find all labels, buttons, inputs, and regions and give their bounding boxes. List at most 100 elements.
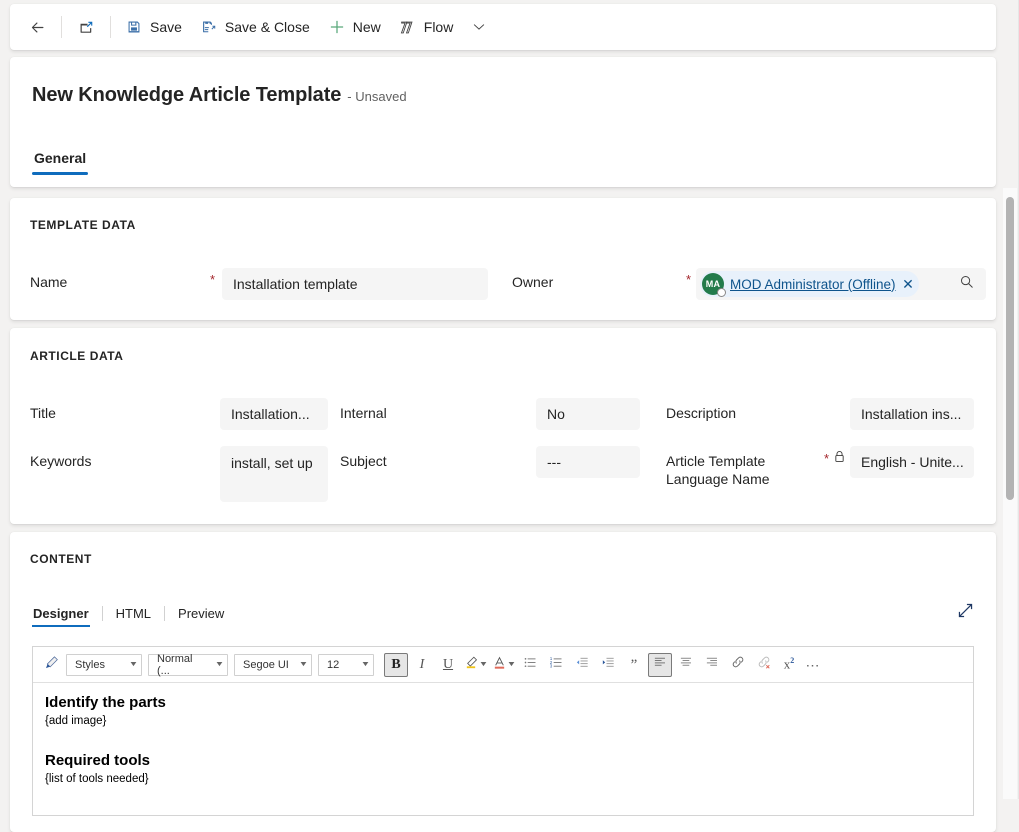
pop-out-icon — [77, 18, 95, 36]
content-tab-separator-1 — [101, 605, 103, 621]
owner-field-label: Owner — [512, 274, 554, 290]
align-right-icon — [705, 655, 719, 674]
ellipsis-icon: ⋯ — [805, 656, 821, 673]
command-overflow-button[interactable] — [462, 10, 496, 44]
back-button[interactable] — [18, 10, 56, 44]
underline-button[interactable]: U — [436, 653, 460, 677]
owner-lookup-search-button[interactable] — [954, 271, 980, 297]
template-data-section: TEMPLATE DATA Name * Owner * MA MOD Admi… — [10, 198, 996, 320]
name-input[interactable] — [222, 268, 488, 300]
format-painter-button[interactable] — [40, 653, 62, 677]
align-left-button[interactable] — [648, 652, 672, 677]
blockquote-button[interactable]: ” — [622, 653, 646, 677]
owner-chip[interactable]: MA MOD Administrator (Offline) ✕ — [700, 271, 919, 297]
bold-button[interactable]: B — [384, 652, 408, 677]
save-button[interactable]: Save — [116, 10, 191, 44]
chevron-down-icon: ▼ — [128, 661, 139, 668]
align-right-button[interactable] — [700, 653, 724, 677]
content-section: CONTENT Designer HTML Preview Styles ▼ N… — [10, 532, 996, 832]
paragraph-format-dropdown[interactable]: Normal (... ▼ — [148, 653, 228, 677]
bulleted-list-button[interactable] — [518, 653, 542, 677]
new-button[interactable]: New — [319, 10, 390, 44]
underline-icon: U — [442, 656, 454, 672]
command-separator-2 — [110, 16, 111, 38]
italic-icon: I — [419, 656, 425, 672]
title-field-label: Title — [30, 405, 56, 421]
editor-content-area[interactable]: Identify the parts {add image} Required … — [33, 683, 973, 787]
vertical-scrollbar[interactable] — [1003, 188, 1017, 799]
text-highlight-button[interactable]: ▼ — [462, 653, 488, 677]
article-template-language-name-input[interactable] — [850, 446, 974, 478]
close-icon[interactable]: ✕ — [901, 277, 916, 292]
owner-required-indicator: * — [686, 272, 692, 287]
subject-field-label: Subject — [340, 453, 387, 469]
keywords-input[interactable] — [220, 446, 328, 502]
tab-preview-label: Preview — [178, 606, 225, 621]
chevron-down-icon — [470, 18, 488, 36]
tab-preview[interactable]: Preview — [177, 604, 225, 627]
text-highlight-icon — [464, 655, 479, 675]
superscript-button[interactable]: x2 — [778, 653, 800, 677]
save-and-close-button[interactable]: Save & Close — [191, 10, 319, 44]
editor-heading-1: Identify the parts — [45, 694, 166, 711]
vertical-scrollbar-thumb[interactable] — [1006, 197, 1014, 500]
tab-html[interactable]: HTML — [115, 604, 152, 627]
subject-input[interactable] — [536, 446, 640, 478]
flow-button[interactable]: Flow — [390, 10, 463, 44]
page-title-text: New Knowledge Article Template — [32, 84, 342, 106]
flow-label: Flow — [423, 19, 454, 35]
owner-lookup-field[interactable]: MA MOD Administrator (Offline) ✕ — [696, 268, 986, 300]
unlink-icon — [756, 654, 772, 675]
save-close-icon — [200, 18, 218, 36]
increase-indent-button[interactable] — [596, 653, 620, 677]
avatar-initials: MA — [705, 279, 721, 289]
article-data-section-title: ARTICLE DATA — [30, 349, 124, 363]
increase-indent-icon — [601, 655, 616, 675]
link-icon — [730, 654, 746, 675]
italic-button[interactable]: I — [410, 653, 434, 677]
language-required-indicator: * — [824, 451, 830, 466]
search-icon — [959, 274, 975, 295]
svg-text:3: 3 — [549, 663, 552, 668]
tab-designer[interactable]: Designer — [32, 604, 90, 627]
rich-text-editor: Styles ▼ Normal (... ▼ Segoe UI ▼ 12 ▼ B… — [32, 646, 974, 816]
chevron-down-icon: ▼ — [478, 661, 488, 668]
expand-editor-button[interactable] — [952, 600, 978, 626]
format-painter-icon — [44, 655, 59, 675]
editor-heading-2: Required tools — [45, 752, 151, 769]
tab-general[interactable]: General — [32, 145, 89, 175]
font-color-button[interactable]: ▼ — [490, 653, 516, 677]
numbered-list-button[interactable]: 1 2 3 — [544, 653, 568, 677]
record-header: New Knowledge Article Template - Unsaved … — [10, 57, 996, 187]
editor-paragraph-1: {add image} — [45, 715, 107, 727]
styles-dropdown[interactable]: Styles ▼ — [66, 653, 142, 676]
content-tab-separator-2 — [164, 605, 166, 621]
tab-html-label: HTML — [115, 606, 152, 621]
flow-icon — [399, 18, 417, 36]
numbered-list-icon: 1 2 3 — [549, 655, 564, 675]
insert-link-button[interactable] — [726, 653, 750, 677]
save-icon — [125, 18, 143, 36]
command-bar: Save Save & Close New Flow — [10, 4, 996, 50]
superscript-icon: x2 — [783, 656, 795, 672]
align-center-button[interactable] — [674, 653, 698, 677]
owner-chip-label: MOD Administrator (Offline) — [730, 276, 896, 292]
description-input[interactable] — [850, 398, 974, 430]
description-field-label: Description — [666, 405, 737, 421]
plus-icon — [328, 18, 346, 36]
font-family-dropdown[interactable]: Segoe UI ▼ — [234, 653, 312, 676]
content-tabstrip: Designer HTML Preview — [32, 604, 225, 627]
keywords-field-label: Keywords — [30, 453, 92, 469]
template-data-section-title: TEMPLATE DATA — [30, 218, 136, 232]
form-tabstrip: General — [32, 145, 89, 175]
command-separator-1 — [61, 16, 62, 38]
more-options-button[interactable]: ⋯ — [802, 653, 824, 677]
font-size-dropdown[interactable]: 12 ▼ — [318, 653, 374, 676]
name-required-indicator: * — [210, 272, 216, 287]
pop-out-button[interactable] — [67, 10, 105, 44]
title-input[interactable] — [220, 398, 328, 430]
avatar: MA — [702, 273, 726, 297]
internal-input[interactable] — [536, 398, 640, 430]
remove-link-button[interactable] — [752, 653, 776, 677]
decrease-indent-button[interactable] — [570, 653, 594, 677]
